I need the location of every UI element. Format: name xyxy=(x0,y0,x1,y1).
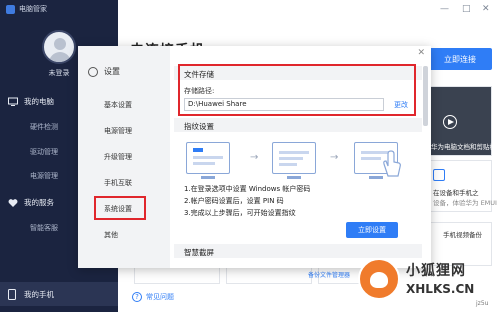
smart-screen-heading: 智慧截屏 xyxy=(184,248,214,257)
settings-nav-basic[interactable]: 基本设置 xyxy=(104,100,132,110)
faq-link[interactable]: ? 常见问题 xyxy=(132,292,174,302)
sidebar-section-label: 我的服务 xyxy=(24,198,54,207)
arrow-right-icon: → xyxy=(250,152,259,163)
fox-logo-icon xyxy=(358,258,400,300)
feature-card-line2: 设备，体验华为 EMUI xyxy=(433,199,497,207)
sidebar-item-power[interactable]: 电源管理 xyxy=(30,171,58,181)
sidebar-section-label: 我的电脑 xyxy=(24,97,54,106)
phone-icon xyxy=(8,288,16,300)
dialog-scrollbar[interactable] xyxy=(423,66,428,126)
settings-header: 设置 xyxy=(88,66,120,77)
sidebar-section-my-pc[interactable]: 我的电脑 xyxy=(8,96,54,107)
watermark-domain: XHLKS.CN xyxy=(406,282,475,296)
file-storage-highlight xyxy=(178,64,416,116)
maximize-icon[interactable]: □ xyxy=(462,4,471,14)
app-titlebar: 电脑管家 xyxy=(0,0,118,18)
backup-link[interactable]: 备份文件管理器 xyxy=(308,270,350,279)
watermark: 小狐狸网 XHLKS.CN jz5u xyxy=(354,252,499,312)
settings-dialog: 设置 基本设置 电源管理 升级管理 手机互联 系统设置 其他 ✕ 文件存储 存储… xyxy=(78,46,431,268)
settings-nav-system[interactable]: 系统设置 xyxy=(104,204,132,214)
setup-now-button[interactable]: 立即设置 xyxy=(346,222,398,238)
connect-now-button[interactable]: 立即连接 xyxy=(428,48,492,70)
fingerprint-step-3: 3.完成以上步骤后，可开始设置指纹 xyxy=(184,209,296,217)
video-card-text: 华为电脑文档和剪贴板 xyxy=(431,143,496,151)
monitor-icon xyxy=(8,97,18,106)
faq-label: 常见问题 xyxy=(146,293,174,301)
fingerprint-heading: 指纹设置 xyxy=(184,122,214,131)
sidebar-item-support[interactable]: 智能客服 xyxy=(30,223,58,233)
avatar[interactable] xyxy=(42,30,76,64)
feature-card[interactable]: 在设备和手机之 设备，体验华为 EMUI xyxy=(428,160,497,212)
settings-nav-power[interactable]: 电源管理 xyxy=(104,126,132,136)
finger-touch-icon xyxy=(383,150,401,177)
fingerprint-step-1: 1.在登录选项中设置 Windows 帐户密码 xyxy=(184,185,311,193)
close-icon[interactable]: ✕ xyxy=(417,48,425,58)
step1-illustration xyxy=(186,142,230,179)
sidebar-item-hardware[interactable]: 硬件检测 xyxy=(30,122,58,132)
settings-nav-upgrade[interactable]: 升级管理 xyxy=(104,152,132,162)
help-icon: ? xyxy=(132,292,142,302)
step2-illustration xyxy=(272,142,316,179)
settings-nav-other[interactable]: 其他 xyxy=(104,230,118,240)
minimize-icon[interactable]: — xyxy=(440,4,449,14)
app-title: 电脑管家 xyxy=(19,5,47,13)
settings-title: 设置 xyxy=(104,67,120,76)
feature-card-line1: 在设备和手机之 xyxy=(433,189,479,197)
watermark-tag: jz5u xyxy=(476,300,489,307)
fingerprint-step-2: 2.帐户密码设置后，设置 PIN 码 xyxy=(184,197,284,205)
settings-nav: 设置 基本设置 电源管理 升级管理 手机互联 系统设置 其他 xyxy=(78,46,170,268)
play-icon[interactable] xyxy=(443,115,457,129)
sidebar-item-driver[interactable]: 驱动管理 xyxy=(30,147,58,157)
device-icon xyxy=(433,169,445,181)
settings-nav-phone-link[interactable]: 手机互联 xyxy=(104,178,132,188)
sidebar-bottom-label: 我的手机 xyxy=(24,289,54,299)
app-logo-icon xyxy=(6,4,15,14)
close-window-icon[interactable]: ✕ xyxy=(482,4,490,14)
heart-icon xyxy=(8,198,18,207)
sidebar-section-my-services[interactable]: 我的服务 xyxy=(8,197,54,208)
arrow-right-icon: → xyxy=(330,152,339,163)
gear-icon xyxy=(88,66,98,77)
video-card[interactable]: 华为电脑文档和剪贴板 xyxy=(428,86,496,156)
sidebar-item-my-phone[interactable]: 我的手机 xyxy=(0,282,118,306)
backup-card-title: 手机视频备份 xyxy=(443,231,482,239)
watermark-brand: 小狐狸网 xyxy=(406,263,466,279)
